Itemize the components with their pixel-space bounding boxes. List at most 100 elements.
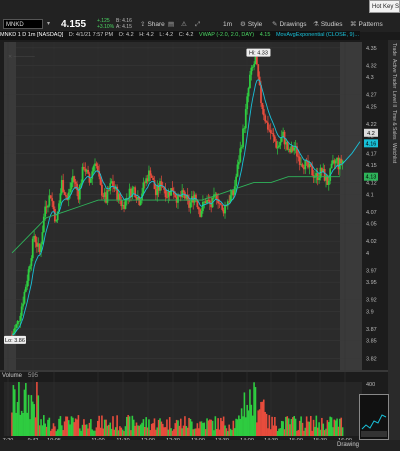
patterns-icon: ⌘ — [350, 21, 357, 28]
volume-bar — [168, 417, 171, 436]
patterns-button[interactable]: ⌘ Patterns — [350, 19, 383, 30]
candle-body — [236, 164, 239, 177]
candle-body — [65, 195, 67, 197]
volume-bar — [196, 423, 199, 436]
volume-bar — [283, 429, 286, 436]
candle-body — [275, 141, 278, 148]
candle-body — [243, 128, 246, 130]
panel-tab[interactable]: Active Trader — [391, 59, 397, 88]
volume-bar — [279, 428, 282, 436]
candle-body — [134, 187, 137, 198]
volume-bar — [43, 415, 45, 436]
volume-bar — [76, 419, 78, 436]
zoom-icon: ⤢ — [195, 21, 201, 28]
volume-bar — [112, 416, 114, 436]
close-price-badge: 4.16 — [366, 141, 377, 147]
right-panel-strip[interactable]: Trade Active Trader Level II Time & Sale… — [388, 40, 400, 451]
volume-bar — [153, 418, 156, 436]
panel-tab[interactable]: Trade — [391, 43, 397, 56]
hot-key-set[interactable]: Hot Key Set — [369, 0, 400, 13]
y-tick-label: 3.95 — [366, 280, 377, 286]
studies-button[interactable]: ⚗ Studies — [313, 19, 343, 30]
volume-bar — [72, 417, 74, 436]
volume-bar — [179, 418, 182, 436]
volume-bar — [126, 416, 128, 436]
volume-bar — [272, 425, 275, 436]
y-tick-label: 4.15 — [366, 163, 377, 169]
timeframe-button[interactable]: 1m — [223, 19, 232, 30]
y-tick-label: 4.17 — [366, 151, 377, 157]
volume-bar — [319, 429, 322, 436]
volume-bar — [301, 422, 304, 436]
candle-body — [334, 160, 337, 164]
candle-body — [264, 115, 267, 122]
volume-bar — [102, 428, 105, 436]
zoom-button[interactable]: ⤢ — [195, 19, 202, 30]
panel-tab[interactable]: Watchlist — [391, 143, 397, 163]
volume-bar — [269, 429, 272, 436]
vwap-legend: VWAP (-2.0, 2.0, DAY) — [198, 32, 255, 38]
volume-bar — [184, 416, 186, 436]
volume-bar — [98, 415, 100, 436]
volume-bar — [262, 399, 265, 436]
candle-body — [81, 166, 84, 184]
volume-bar — [123, 431, 125, 436]
candle-body — [267, 122, 269, 130]
candle-body — [139, 200, 142, 206]
volume-bar — [77, 415, 80, 436]
bar-open: O: 4.2 — [118, 32, 134, 38]
volume-bar — [293, 415, 295, 436]
candle-body — [95, 163, 98, 167]
bar-close: C: 4.2 — [178, 32, 194, 38]
volume-bar — [244, 417, 247, 436]
candle-body — [15, 324, 18, 328]
volume-bar — [114, 427, 117, 436]
volume-bar — [254, 387, 257, 436]
volume-bar — [310, 415, 312, 436]
volume-bar — [282, 421, 284, 436]
candle-body — [96, 166, 99, 172]
candle-body — [19, 315, 22, 322]
volume-bar — [91, 429, 94, 436]
style-button[interactable]: ⚙ Style — [240, 19, 262, 30]
drawings-button[interactable]: ✎ Drawings — [272, 19, 307, 30]
volume-bar — [40, 419, 42, 436]
print-button[interactable]: ▤ — [168, 19, 176, 30]
panel-tab[interactable]: Time & Sales — [391, 110, 397, 140]
volume-bar — [271, 416, 273, 436]
volume-bar — [33, 404, 35, 436]
volume-bar — [15, 412, 17, 436]
volume-axis-label: 400 — [366, 382, 375, 388]
candle-body — [174, 194, 177, 198]
candle-body — [150, 175, 153, 178]
candle-body — [279, 141, 282, 146]
alert-button[interactable]: ⚠ — [181, 19, 189, 30]
symbol-dropdown-icon[interactable]: ▾ — [44, 20, 53, 29]
volume-bar — [166, 419, 168, 436]
candle-body — [22, 303, 24, 307]
volume-bar — [101, 415, 103, 436]
volume-bar — [145, 417, 147, 436]
chart-area[interactable]: 4.354.324.34.274.254.224.24.174.154.124.… — [0, 40, 400, 451]
volume-bar — [142, 419, 145, 436]
panel-tab[interactable]: Level II — [391, 91, 397, 107]
candle-body — [237, 161, 240, 165]
volume-bar — [61, 425, 63, 436]
volume-bar — [65, 416, 67, 436]
symbol-input[interactable]: MNKD — [3, 19, 43, 29]
price-chart[interactable]: 4.354.324.34.274.254.224.24.174.154.124.… — [0, 40, 388, 451]
volume-bar — [221, 421, 224, 436]
candle-body — [286, 141, 289, 150]
volume-bar — [149, 430, 152, 436]
patterns-label: Patterns — [358, 21, 383, 28]
volume-bar — [250, 404, 253, 436]
volume-bar — [325, 428, 327, 436]
candle-body — [164, 189, 167, 198]
mini-chart[interactable] — [359, 394, 389, 440]
print-icon: ▤ — [168, 21, 175, 28]
volume-bar — [332, 427, 334, 436]
share-button[interactable]: ⇪ Share — [140, 19, 165, 30]
volume-bar — [278, 428, 280, 436]
drawing-tab[interactable]: Drawing — [337, 442, 359, 448]
candle-body — [301, 164, 304, 168]
